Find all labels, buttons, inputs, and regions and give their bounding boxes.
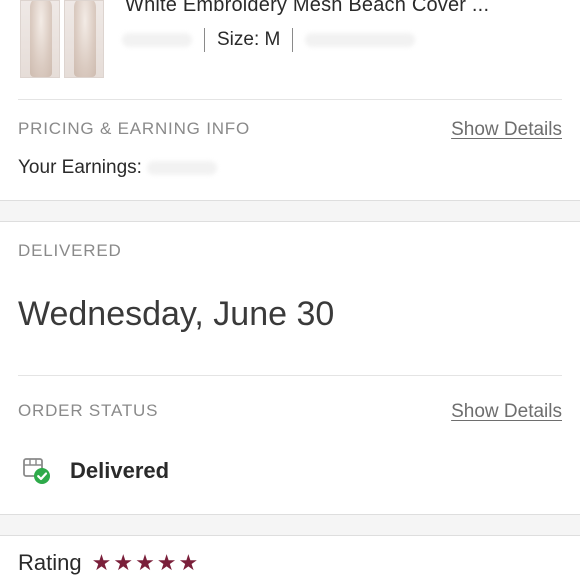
blurred-brand bbox=[305, 33, 416, 47]
rating-row: Rating ★ ★ ★ ★ ★ bbox=[18, 550, 200, 576]
pricing-show-details-link[interactable]: Show Details bbox=[451, 119, 562, 141]
item-photo-2[interactable] bbox=[64, 0, 104, 78]
order-status-section-label: ORDER STATUS bbox=[18, 401, 159, 420]
your-earnings-label: Your Earnings: bbox=[18, 157, 218, 179]
divider bbox=[18, 99, 562, 100]
order-status-row: Delivered bbox=[22, 456, 169, 486]
order-status-show-details-link[interactable]: Show Details bbox=[451, 401, 562, 423]
order-status-text: Delivered bbox=[70, 458, 170, 483]
package-delivered-icon bbox=[23, 458, 50, 484]
pricing-section-label: PRICING & EARNING INFO bbox=[18, 119, 251, 138]
item-photo-1[interactable] bbox=[20, 0, 60, 78]
section-separator bbox=[0, 200, 580, 222]
item-size: Size: M bbox=[217, 29, 281, 50]
delivery-date: Wednesday, June 30 bbox=[18, 295, 335, 333]
blurred-price bbox=[122, 33, 192, 47]
star-icon[interactable]: ★ bbox=[135, 552, 155, 574]
divider bbox=[18, 375, 562, 376]
star-icon[interactable]: ★ bbox=[179, 552, 199, 574]
star-icon[interactable]: ★ bbox=[92, 552, 112, 574]
blurred-earnings bbox=[147, 160, 218, 175]
rating-label: Rating bbox=[18, 550, 82, 575]
item-meta: Size: M bbox=[122, 28, 416, 52]
star-icon[interactable]: ★ bbox=[157, 552, 177, 574]
section-separator bbox=[0, 514, 580, 536]
delivered-section-label: DELIVERED bbox=[18, 241, 122, 260]
star-icon[interactable]: ★ bbox=[113, 552, 133, 574]
meta-separator bbox=[292, 28, 294, 52]
meta-separator bbox=[204, 28, 205, 52]
item-title[interactable]: White Embroidery Mesh Beach Cover ... bbox=[125, 0, 489, 17]
